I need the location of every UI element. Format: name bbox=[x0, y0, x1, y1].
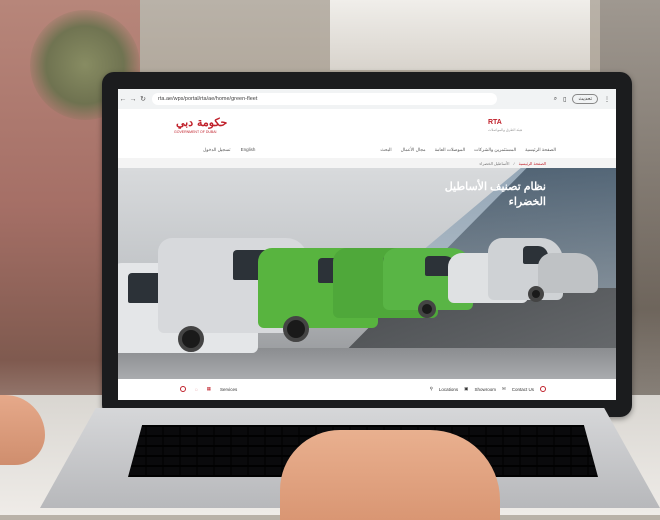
hero-title-line1: نظام تصنيف الأساطيل bbox=[444, 181, 546, 193]
sidebar-icon[interactable]: ▯ bbox=[563, 96, 566, 103]
wheel bbox=[283, 316, 309, 342]
nav-investors[interactable]: المستثمرين والشركات bbox=[474, 147, 516, 153]
contact-icon: ✉ bbox=[501, 386, 506, 391]
profile-button[interactable]: تحديث bbox=[572, 94, 598, 104]
gov-dubai-logo[interactable]: حكومة دبي bbox=[176, 116, 227, 129]
accessibility-icon[interactable] bbox=[180, 386, 186, 392]
contact-link[interactable]: Contact Us bbox=[512, 387, 534, 392]
forward-icon[interactable]: → bbox=[128, 96, 138, 103]
hero-title: نظام تصنيف الأساطيل الخضراء bbox=[445, 180, 546, 210]
location-icon: ⚲ bbox=[429, 386, 433, 391]
page-footer-bar: ◌ ▦ Services ⚲ Locations ▣ Showroom ✉ Co… bbox=[118, 379, 616, 400]
rta-logo[interactable]: RTA bbox=[488, 119, 502, 126]
language-link[interactable]: English bbox=[241, 147, 256, 153]
sub-navigation: تسجيل الدخول English الصفحة الرئيسية الم… bbox=[118, 142, 616, 158]
wheel bbox=[528, 286, 544, 302]
nav-transport[interactable]: الموصلات العامة bbox=[435, 147, 466, 153]
hero-title-line2: الخضراء bbox=[508, 196, 546, 208]
services-link[interactable]: Services bbox=[220, 387, 237, 392]
nav-search[interactable]: البحث bbox=[380, 147, 391, 153]
nav-business[interactable]: مجال الأعمال bbox=[401, 147, 426, 153]
reload-icon[interactable]: ↻ bbox=[138, 95, 148, 103]
wheel bbox=[418, 300, 436, 318]
hero-banner: نظام تصنيف الأساطيل الخضراء bbox=[118, 168, 616, 379]
browser-toolbar: ← → ↻ rta.ae/wps/portal/rta/ae/home/gree… bbox=[118, 89, 616, 109]
breadcrumb-home[interactable]: الصفحة الرئيسية bbox=[519, 161, 546, 166]
laptop-screen: ← → ↻ rta.ae/wps/portal/rta/ae/home/gree… bbox=[118, 89, 616, 400]
wheel bbox=[178, 326, 204, 352]
right-hand bbox=[280, 430, 500, 520]
help-icon[interactable] bbox=[540, 386, 546, 392]
back-icon[interactable]: ← bbox=[118, 96, 128, 103]
showroom-icon: ▣ bbox=[464, 386, 469, 391]
chat-icon[interactable]: ◌ bbox=[195, 387, 198, 392]
services-icon: ▦ bbox=[206, 386, 211, 391]
gov-dubai-logo-sub: GOVERNMENT OF DUBAI bbox=[174, 130, 217, 134]
breadcrumb-separator: / bbox=[513, 161, 515, 166]
menu-icon[interactable]: ⋮ bbox=[604, 96, 610, 103]
background-window bbox=[330, 0, 590, 70]
search-icon[interactable]: ⌕ bbox=[554, 96, 557, 103]
white-van bbox=[538, 253, 598, 293]
login-link[interactable]: تسجيل الدخول bbox=[203, 147, 231, 153]
nav-home[interactable]: الصفحة الرئيسية bbox=[525, 147, 556, 153]
breadcrumb: الصفحة الرئيسية / الأساطيل الخضراء bbox=[118, 158, 616, 168]
showroom-link[interactable]: Showroom bbox=[474, 387, 496, 392]
rta-logo-sub: هيئة الطرق والمواصلات bbox=[488, 128, 523, 132]
site-header: حكومة دبي GOVERNMENT OF DUBAI RTA هيئة ا… bbox=[118, 109, 616, 142]
breadcrumb-current: الأساطيل الخضراء bbox=[479, 161, 510, 166]
address-bar[interactable]: rta.ae/wps/portal/rta/ae/home/green-flee… bbox=[152, 93, 497, 105]
locations-link[interactable]: Locations bbox=[439, 387, 458, 392]
url-text: rta.ae/wps/portal/rta/ae/home/green-flee… bbox=[158, 96, 258, 102]
